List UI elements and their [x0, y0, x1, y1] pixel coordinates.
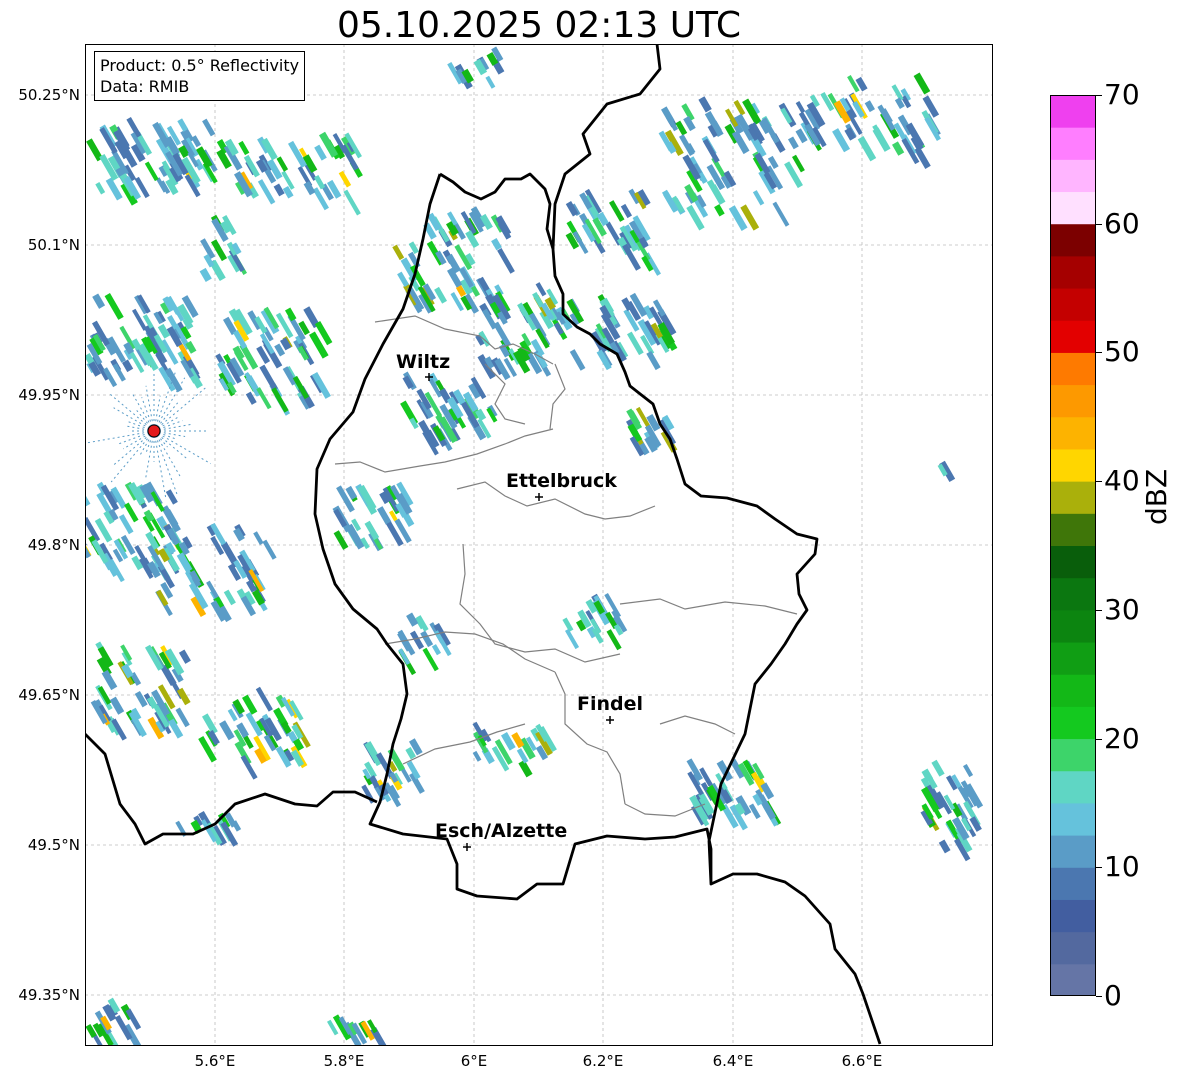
colorbar-tick-label: 70	[1104, 78, 1140, 111]
colorbar-segment	[1050, 642, 1096, 675]
latitude-label: 49.8°N	[27, 536, 80, 554]
colorbar-tick-label: 30	[1104, 592, 1140, 626]
colorbar-tick-mark	[1096, 223, 1102, 225]
colorbar-segment	[1050, 255, 1096, 289]
colorbar-segment	[1050, 191, 1096, 225]
radar-map[interactable]: Wiltz Ettelbruck Findel Esch/Alzette	[85, 44, 993, 1046]
colorbar-segment	[1050, 384, 1096, 418]
colorbar-tick-mark	[1096, 352, 1102, 354]
latitude-label: 49.95°N	[18, 386, 80, 404]
info-box: Product: 0.5° Reflectivity Data: RMIB	[94, 51, 306, 101]
colorbar-tick-mark	[1096, 996, 1102, 997]
colorbar-tick-mark	[1096, 609, 1102, 611]
colorbar-tick-label: 20	[1104, 721, 1140, 755]
colorbar-tick-mark	[1096, 738, 1102, 740]
product-label: Product: 0.5° Reflectivity	[100, 56, 300, 75]
colorbar-segment	[1050, 320, 1096, 353]
colorbar-segment	[1050, 545, 1096, 579]
page-title: 05.10.2025 02:13 UTC	[336, 5, 742, 46]
colorbar	[1050, 95, 1096, 996]
colorbar-segment	[1050, 770, 1096, 804]
radar-site-marker[interactable]	[147, 424, 161, 438]
colorbar-segment	[1050, 802, 1096, 836]
colorbar-segment	[1050, 159, 1096, 193]
latitude-label: 49.35°N	[18, 986, 80, 1004]
longitude-label: 6.2°E	[582, 1052, 624, 1070]
colorbar-tick-label: 0	[1104, 979, 1122, 1012]
colorbar-tick-label: 60	[1104, 206, 1140, 240]
city-label: Wiltz	[396, 351, 450, 373]
colorbar-segment	[1050, 127, 1096, 160]
colorbar-segment	[1050, 931, 1096, 965]
city-label: Findel	[577, 693, 643, 715]
colorbar-segment	[1050, 448, 1096, 482]
colorbar-segment	[1050, 706, 1096, 740]
colorbar-segment	[1050, 416, 1096, 450]
latitude-label: 49.65°N	[18, 686, 80, 704]
colorbar-segment	[1050, 899, 1096, 933]
colorbar-segment	[1050, 609, 1096, 643]
longitude-label: 6°E	[460, 1052, 488, 1070]
colorbar-segment	[1050, 963, 1096, 996]
colorbar-segment	[1050, 577, 1096, 611]
colorbar-tick-label: 50	[1104, 335, 1140, 369]
colorbar-segment	[1050, 481, 1096, 514]
longitude-label: 5.6°E	[194, 1052, 236, 1070]
latitude-label: 50.25°N	[18, 86, 80, 104]
colorbar-tick-mark	[1096, 481, 1102, 483]
colorbar-tick-mark	[1096, 95, 1102, 96]
longitude-label: 5.8°E	[323, 1052, 365, 1070]
longitude-label: 6.4°E	[712, 1052, 754, 1070]
colorbar-segment	[1050, 288, 1096, 321]
longitude-label: 6.6°E	[841, 1052, 883, 1070]
colorbar-segment	[1050, 513, 1096, 546]
colorbar-segment	[1050, 835, 1096, 868]
latitude-label: 50.1°N	[27, 236, 80, 254]
data-source-label: Data: RMIB	[100, 77, 190, 96]
colorbar-tick-mark	[1096, 867, 1102, 869]
colorbar-segment	[1050, 674, 1096, 707]
colorbar-segment	[1050, 352, 1096, 386]
colorbar-tick-label: 10	[1104, 850, 1140, 884]
latitude-label: 49.5°N	[27, 836, 80, 854]
colorbar-segment	[1050, 867, 1096, 900]
city-label: Ettelbruck	[506, 470, 617, 492]
colorbar-segment	[1050, 223, 1096, 257]
city-label: Esch/Alzette	[435, 820, 567, 842]
colorbar-segment	[1050, 738, 1096, 772]
colorbar-tick-label: 40	[1104, 464, 1140, 498]
colorbar-label: dBZ	[1140, 468, 1173, 525]
colorbar-segment	[1050, 95, 1096, 128]
